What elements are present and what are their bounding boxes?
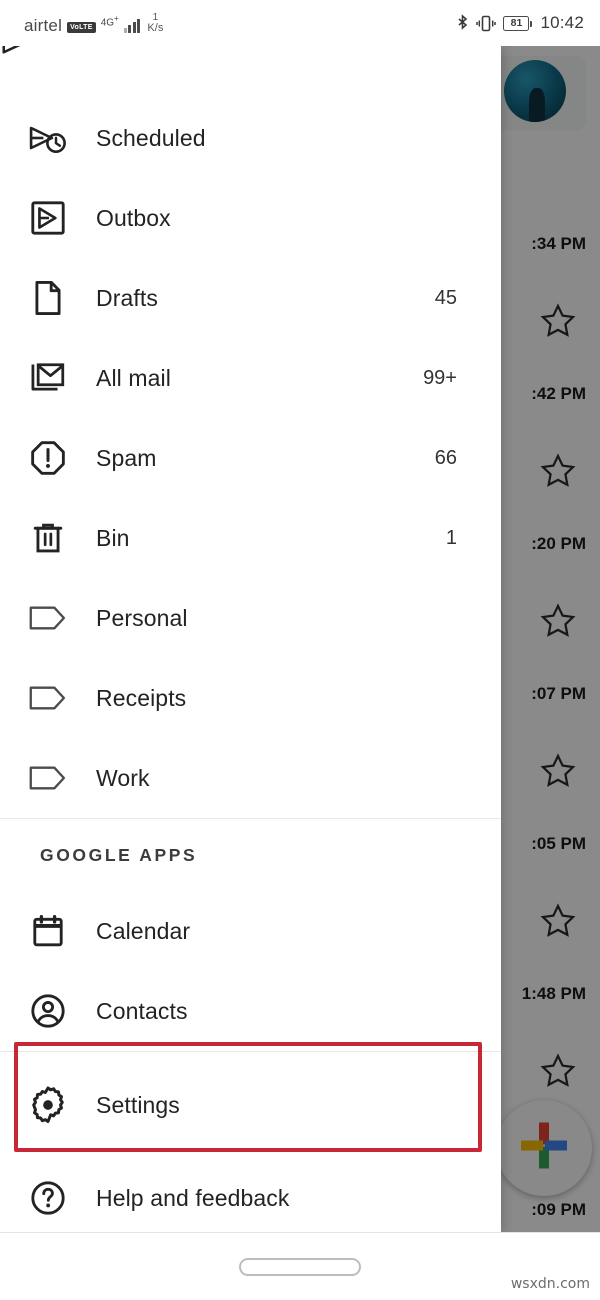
data-rate-value: 1 <box>152 11 159 23</box>
sidebar-item-label: Help and feedback <box>96 1184 290 1211</box>
sidebar-item-count: 1 <box>445 526 457 549</box>
signal-strength-icon <box>123 18 141 33</box>
status-bar: airtel VoLTE 4G+ 1 K/s 81 10:42 <box>0 0 600 46</box>
sidebar-item-count: 66 <box>434 446 457 469</box>
sidebar-item-label: Sent <box>36 46 69 49</box>
sidebar-item-label: Receipts <box>96 684 187 711</box>
sidebar-item-personal[interactable]: Personal <box>0 578 501 658</box>
contacts-person-icon <box>0 992 96 1030</box>
sidebar-item-label: Work <box>96 764 150 791</box>
sidebar-item-sent[interactable]: Sent <box>0 46 501 80</box>
gear-icon <box>0 1085 96 1125</box>
sidebar-item-label: Bin <box>96 524 130 551</box>
sidebar-item-spam[interactable]: Spam 66 <box>0 418 501 498</box>
sidebar-item-label: Calendar <box>96 917 191 944</box>
all-mail-icon <box>0 358 96 398</box>
outbox-icon <box>0 199 96 237</box>
sidebar-item-label: Outbox <box>96 204 171 231</box>
bluetooth-icon <box>456 13 469 33</box>
sidebar-item-drafts[interactable]: Drafts 45 <box>0 258 501 338</box>
sidebar-item-label: Personal <box>96 604 188 631</box>
sidebar-item-calendar[interactable]: Calendar <box>0 891 501 971</box>
sidebar-item-label: Drafts <box>96 284 158 311</box>
calendar-icon <box>0 913 96 949</box>
navigation-drawer: Sent Scheduled Outbox <box>0 46 501 1232</box>
sidebar-item-label: All mail <box>96 364 171 391</box>
volte-badge: VoLTE <box>67 21 96 33</box>
spam-warning-icon <box>0 439 96 477</box>
data-rate-indicator: 1 K/s <box>147 11 164 34</box>
sidebar-item-settings[interactable]: Settings <box>0 1052 501 1158</box>
data-rate-unit: K/s <box>147 21 164 34</box>
network-type-label: 4G+ <box>100 13 119 29</box>
sidebar-item-work[interactable]: Work <box>0 738 501 818</box>
trash-bin-icon <box>0 520 96 556</box>
label-tag-icon <box>0 765 96 791</box>
sidebar-item-label: Scheduled <box>96 124 206 151</box>
sidebar-item-count: 99+ <box>423 366 457 389</box>
help-question-icon <box>0 1179 96 1217</box>
sidebar-item-receipts[interactable]: Receipts <box>0 658 501 738</box>
scheduled-send-icon <box>0 118 96 158</box>
section-header-google-apps: GOOGLE APPS <box>40 844 198 865</box>
watermark: wsxdn.com <box>510 1276 590 1292</box>
home-gesture-pill[interactable] <box>239 1257 361 1276</box>
sidebar-item-label: Spam <box>96 444 157 471</box>
label-tag-icon <box>0 685 96 711</box>
sidebar-item-label: Settings <box>96 1091 180 1118</box>
sidebar-item-count: 45 <box>434 286 457 309</box>
status-bar-right: 81 10:42 <box>456 13 584 33</box>
sidebar-item-outbox[interactable]: Outbox <box>0 178 501 258</box>
carrier-name: airtel <box>24 15 63 35</box>
sidebar-item-label: Contacts <box>96 997 188 1024</box>
sidebar-item-scheduled[interactable]: Scheduled <box>0 98 501 178</box>
vibrate-icon <box>476 14 497 33</box>
sidebar-item-contacts[interactable]: Contacts <box>0 971 501 1051</box>
sidebar-item-all-mail[interactable]: All mail 99+ <box>0 338 501 418</box>
status-bar-left: airtel VoLTE 4G+ 1 K/s <box>24 11 164 35</box>
label-tag-icon <box>0 605 96 631</box>
sidebar-item-help-and-feedback[interactable]: Help and feedback <box>0 1158 501 1232</box>
sidebar-item-bin[interactable]: Bin 1 <box>0 498 501 578</box>
battery-indicator: 81 <box>503 15 533 31</box>
clock-time: 10:42 <box>540 13 584 32</box>
draft-document-icon <box>0 279 96 317</box>
send-icon <box>0 46 36 61</box>
